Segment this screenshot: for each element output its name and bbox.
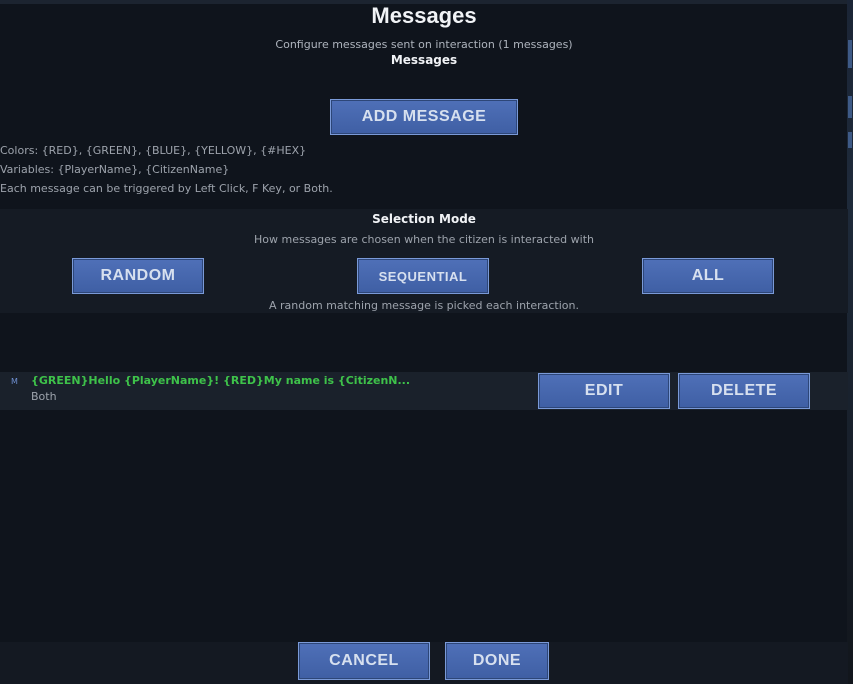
background-strip-right [847,0,853,684]
trigger-info-text: Each message can be triggered by Left Cl… [0,182,333,195]
message-marker: M [11,377,18,386]
messages-dialog: Messages Configure messages sent on inte… [0,0,853,684]
messages-section-label: Messages [390,53,458,67]
selection-mode-note: A random matching message is picked each… [268,299,579,312]
message-trigger: Both [31,390,57,403]
delete-message-button[interactable]: DELETE [678,373,810,409]
colors-info-text: Colors: {RED}, {GREEN}, {BLUE}, {YELLOW}… [0,144,307,157]
add-message-button[interactable]: ADD MESSAGE [330,99,518,135]
mode-random-button[interactable]: RANDOM [72,258,204,294]
edit-message-button[interactable]: EDIT [538,373,670,409]
selection-mode-title: Selection Mode [372,212,476,226]
message-text: {GREEN}Hello {PlayerName}! {RED}My name … [31,374,411,387]
variables-info-text: Variables: {PlayerName}, {CitizenName} [0,163,230,176]
mode-sequential-button[interactable]: SEQUENTIAL [357,258,489,294]
page-subtitle: Configure messages sent on interaction (… [275,38,573,51]
cancel-button[interactable]: CANCEL [298,642,430,680]
selection-mode-description: How messages are chosen when the citizen… [254,233,594,246]
done-button[interactable]: DONE [445,642,549,680]
mode-all-button[interactable]: ALL [642,258,774,294]
page-title: Messages [371,3,477,28]
